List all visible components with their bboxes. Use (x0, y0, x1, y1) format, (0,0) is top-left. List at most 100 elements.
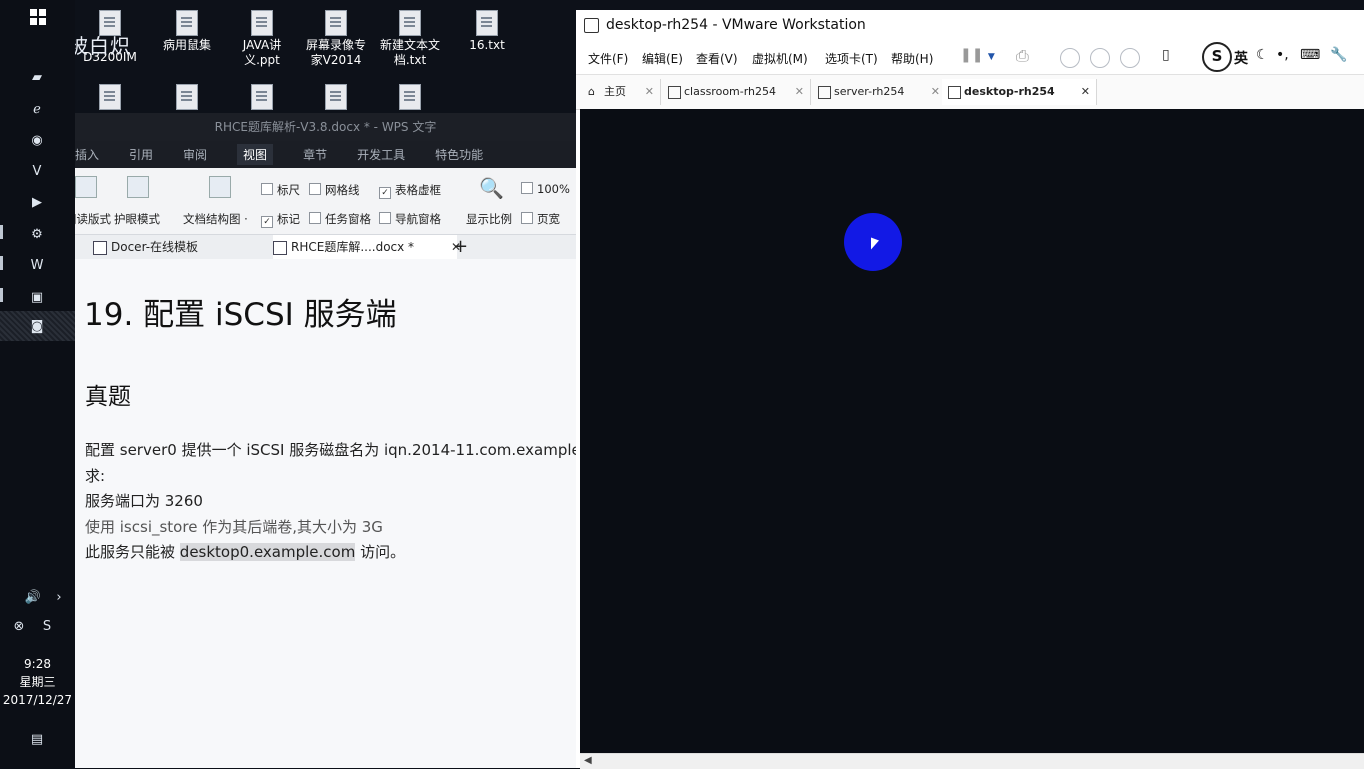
home-icon: ⌂ (588, 85, 595, 98)
wps-writer-icon[interactable]: W (28, 256, 46, 274)
read-mode-button[interactable]: 阅读版式 (75, 211, 111, 227)
sogou-ime-icon[interactable]: S (1202, 42, 1232, 72)
zoom-100-button[interactable]: 100% (521, 182, 570, 196)
send-ctrl-alt-del-icon[interactable]: ⎙ (1016, 46, 1029, 66)
file-icon (251, 10, 273, 36)
ime-english-toggle[interactable]: 英 (1234, 48, 1248, 68)
settings-icon[interactable]: ⚙ (28, 225, 46, 243)
app-icon[interactable]: ▣ (28, 288, 46, 306)
vmware-app-icon (584, 18, 599, 33)
desktop-icon[interactable]: 病用鼠集 (152, 10, 222, 53)
notification-icon[interactable]: ▤ (28, 730, 46, 748)
desktop-icon-label: JAVA讲义.ppt (242, 38, 282, 67)
desktop-icon[interactable] (75, 84, 145, 112)
tab-home[interactable]: ⌂ 主页 ✕ (582, 79, 661, 105)
doc-map-icon (209, 176, 231, 198)
marks-checkbox[interactable]: ✓ 标记 (261, 211, 300, 228)
chevron-right-icon[interactable]: › (50, 588, 68, 606)
menu-help[interactable]: 帮助(H) (891, 50, 933, 67)
gridlines-checkbox[interactable]: 网格线 (309, 182, 360, 198)
media-player-icon[interactable]: ▶ (28, 193, 46, 211)
vmware-icon[interactable]: V (28, 162, 46, 180)
punctuation-icon[interactable]: •, (1276, 47, 1289, 63)
table-gridlines-checkbox[interactable]: ✓ 表格虚框 (379, 182, 441, 199)
vm-console-screen[interactable] (580, 109, 1364, 753)
menu-view[interactable]: 查看(V) (696, 50, 738, 67)
desktop-icon[interactable] (227, 84, 297, 112)
wps-writer-window: RHCE题库解析-V3.8.docx * - WPS 文字 插入 引用 审阅 视… (75, 113, 576, 768)
clock[interactable]: 9:28 星期三 2017/12/27 (0, 655, 75, 709)
browser-icon[interactable]: ◉ (28, 131, 46, 149)
file-icon (325, 10, 347, 36)
tab-server[interactable]: server-rh254 ✕ (812, 79, 947, 105)
menu-insert[interactable]: 插入 (75, 146, 99, 163)
menu-review[interactable]: 审阅 (183, 146, 207, 163)
desktop-icon[interactable]: 16.txt (452, 10, 522, 53)
snapshot-manager-icon[interactable] (1120, 48, 1140, 68)
tab-rhce-doc[interactable]: RHCE题库解....docx * ✕ (273, 235, 461, 259)
wrench-icon[interactable]: 🔧 (1330, 47, 1347, 63)
revert-snapshot-icon[interactable] (1090, 48, 1110, 68)
volume-icon[interactable]: 🔊 (24, 588, 42, 606)
moon-icon[interactable]: ☾ (1256, 47, 1269, 63)
clock-weekday: 星期三 (19, 675, 56, 689)
close-icon[interactable]: ✕ (931, 79, 940, 105)
sogou-ime-icon[interactable]: S (38, 617, 56, 635)
menu-features[interactable]: 特色功能 (435, 146, 483, 163)
tab-classroom[interactable]: classroom-rh254 ✕ (662, 79, 811, 105)
doc-map-button[interactable]: 文档结构图 · (183, 211, 248, 227)
new-tab-button[interactable]: + (453, 235, 468, 259)
library-icon[interactable]: ▯ (1162, 47, 1170, 63)
close-icon[interactable]: ✕ (645, 79, 654, 105)
menu-view[interactable]: 视图 (237, 144, 274, 165)
nav-pane-checkbox[interactable]: 导航窗格 (379, 211, 441, 227)
menu-references[interactable]: 引用 (129, 146, 153, 163)
file-icon (99, 84, 121, 110)
wps-ribbon: 阅读版式 护眼模式 文档结构图 · 标尺 网格线 ✓表格虚框 ✓标记 任务窗格 … (75, 168, 576, 235)
ruler-checkbox[interactable]: 标尺 (261, 182, 300, 198)
windows-start-icon[interactable] (29, 8, 47, 26)
close-icon[interactable]: ✕ (1081, 79, 1090, 105)
horizontal-scrollbar[interactable]: ◀ (580, 753, 1364, 769)
close-circle-icon[interactable]: ⊗ (10, 617, 28, 635)
snapshot-icon[interactable] (1060, 48, 1080, 68)
document-page[interactable]: 19. 配置 iSCSI 服务端 真题 配置 server0 提供一个 iSCS… (75, 259, 576, 768)
scroll-left-icon[interactable]: ◀ (584, 755, 592, 766)
wps-menu-bar: 插入 引用 审阅 视图 章节 开发工具 特色功能 (75, 141, 576, 168)
clock-date: 2017/12/27 (2, 693, 73, 707)
tab-docer-label: Docer-在线模板 (111, 240, 199, 254)
eye-protection-button[interactable]: 护眼模式 (114, 211, 160, 227)
desktop-icon-label: 新建文本文档.txt (379, 38, 440, 67)
menu-file[interactable]: 文件(F) (588, 50, 628, 67)
task-pane-checkbox[interactable]: 任务窗格 (309, 211, 371, 227)
zoom-value: 100% (537, 182, 570, 196)
desktop-icon[interactable]: 新建文本文档.txt (375, 10, 445, 68)
file-icon (399, 10, 421, 36)
tab-desktop[interactable]: desktop-rh254 ✕ (942, 79, 1097, 105)
folder-icon[interactable]: ▰ (28, 68, 46, 86)
desktop-icon[interactable] (301, 84, 371, 112)
desktop-icon[interactable] (152, 84, 222, 112)
running-indicator (0, 256, 3, 270)
pause-icon[interactable]: ❚❚ ▼ (960, 47, 995, 63)
task-pane-label: 任务窗格 (325, 212, 371, 226)
menu-section[interactable]: 章节 (303, 146, 327, 163)
screen-recorder-icon[interactable]: ◙ (28, 317, 46, 335)
wps-title: RHCE题库解析-V3.8.docx * - WPS 文字 (75, 113, 576, 141)
menu-vm[interactable]: 虚拟机(M) (752, 50, 808, 67)
keyboard-icon[interactable]: ⌨ (1300, 47, 1320, 63)
selected-text[interactable]: desktop0.example.com (179, 543, 356, 561)
tab-docer[interactable]: Docer-在线模板 ✕ (93, 235, 283, 259)
wps-document-tabs: Docer-在线模板 ✕ RHCE题库解....docx * ✕ + (75, 235, 576, 260)
menu-developer[interactable]: 开发工具 (357, 146, 405, 163)
desktop-icon[interactable] (375, 84, 445, 112)
heading-1: 19. 配置 iSCSI 服务端 (84, 297, 397, 333)
ie-browser-icon[interactable]: ℯ (28, 100, 46, 118)
close-icon[interactable]: ✕ (795, 79, 804, 105)
page-width-button[interactable]: 页宽 (521, 211, 560, 227)
desktop-icon[interactable]: JAVA讲义.ppt (227, 10, 297, 68)
desktop-icon[interactable]: 屏幕录像专家V2014 (301, 10, 371, 68)
zoom-button[interactable]: 显示比例 (466, 211, 512, 227)
menu-tabs[interactable]: 选项卡(T) (825, 50, 878, 67)
menu-edit[interactable]: 编辑(E) (642, 50, 683, 67)
